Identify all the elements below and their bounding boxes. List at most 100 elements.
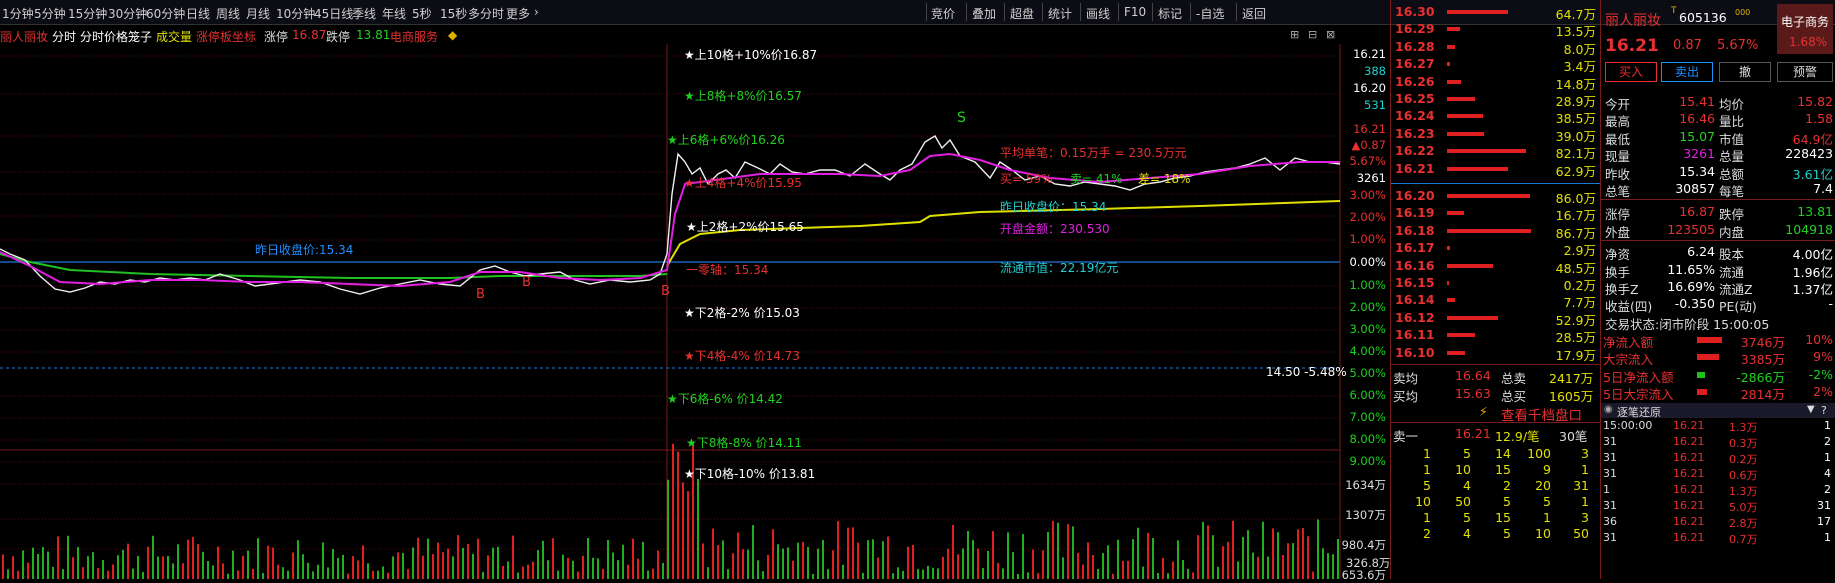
quote-label: 内盘 xyxy=(1719,224,1745,240)
help-icon[interactable]: ? xyxy=(1821,404,1827,417)
ask-price[interactable]: 16.24 xyxy=(1395,108,1435,123)
bid-price[interactable]: 16.17 xyxy=(1395,240,1435,255)
queue-cell: 9 xyxy=(1543,462,1551,477)
volume-bar xyxy=(432,554,434,579)
flow-pct: 2% xyxy=(1813,384,1833,399)
volume-bar xyxy=(1067,524,1069,579)
chevron-right-icon[interactable]: › xyxy=(534,5,539,19)
zoom-icon[interactable]: ⊞ xyxy=(1290,28,1299,41)
ask-price[interactable]: 16.23 xyxy=(1395,126,1435,141)
volume-bar xyxy=(112,564,114,579)
chart-header: 丽人丽妆 分时 分时价格笼子 成交量 涨停板坐标 涨停 16.87 跌停 13.… xyxy=(0,26,1340,44)
quote-label: 今开 xyxy=(1605,97,1631,112)
ask-price[interactable]: 16.21 xyxy=(1395,161,1435,176)
close-icon[interactable]: ⊠ xyxy=(1326,28,1335,41)
ask-price[interactable]: 16.30 xyxy=(1395,4,1435,19)
period-quarter[interactable]: 季线 xyxy=(352,5,376,22)
period-year[interactable]: 年线 xyxy=(382,5,406,22)
tick-vol: 0.7万 xyxy=(1729,533,1758,547)
volume-bar xyxy=(532,561,534,579)
period-month[interactable]: 月线 xyxy=(246,5,270,22)
queue-cell: 3 xyxy=(1581,446,1589,461)
draw-button[interactable]: 画线 xyxy=(1086,5,1110,22)
bid-price[interactable]: 16.10 xyxy=(1395,345,1435,360)
alert-button[interactable]: 预警 xyxy=(1777,62,1833,82)
volume-bar xyxy=(772,529,774,579)
volume-bar xyxy=(82,567,84,579)
period-60min[interactable]: 60分钟 xyxy=(146,5,185,22)
minimize-icon[interactable]: ⊟ xyxy=(1308,28,1317,41)
volume-bar xyxy=(1222,546,1224,579)
period-45day[interactable]: 45日线 xyxy=(314,5,353,22)
volume-bar xyxy=(767,554,769,579)
bid-price[interactable]: 16.14 xyxy=(1395,292,1435,307)
super-button[interactable]: 超盘 xyxy=(1010,5,1034,22)
cage-up8: ★上8格+8%价16.57 xyxy=(684,89,802,103)
bid-price[interactable]: 16.20 xyxy=(1395,188,1435,203)
volume-bar xyxy=(1292,543,1294,579)
period-day[interactable]: 日线 xyxy=(186,5,210,22)
bid-price[interactable]: 16.18 xyxy=(1395,223,1435,238)
f10-button[interactable]: F10 xyxy=(1124,5,1146,19)
period-5sec[interactable]: 5秒 xyxy=(412,5,432,22)
period-week[interactable]: 周线 xyxy=(216,5,240,22)
period-15sec[interactable]: 15秒 xyxy=(440,5,467,22)
period-5min[interactable]: 5分钟 xyxy=(34,5,66,22)
watchlist-button[interactable]: -自选 xyxy=(1196,5,1224,22)
tab-intraday[interactable]: 分时 xyxy=(52,28,76,45)
view-more-link[interactable]: 查看千档盘口 xyxy=(1501,404,1582,424)
volume-bar xyxy=(1082,564,1084,579)
period-30min[interactable]: 30分钟 xyxy=(108,5,147,22)
sector-badge[interactable]: 电子商务 1.68% xyxy=(1777,4,1833,54)
overlay-button[interactable]: 叠加 xyxy=(972,5,996,22)
cancel-order-button[interactable]: 撤 xyxy=(1719,62,1771,82)
volume-bar xyxy=(377,570,379,579)
volume-bar xyxy=(157,556,159,579)
ask-price[interactable]: 16.28 xyxy=(1395,39,1435,54)
volume-bar xyxy=(937,568,939,579)
volume-bar xyxy=(1087,542,1089,579)
volume-bar xyxy=(152,535,154,579)
bid-price[interactable]: 16.16 xyxy=(1395,258,1435,273)
ask-price[interactable]: 16.26 xyxy=(1395,74,1435,89)
period-1min[interactable]: 1分钟 xyxy=(2,5,34,22)
flow-pct: 9% xyxy=(1813,349,1833,365)
volume-bar xyxy=(1017,573,1019,579)
period-15min[interactable]: 15分钟 xyxy=(68,5,107,22)
ask-price[interactable]: 16.25 xyxy=(1395,91,1435,106)
volume-bar xyxy=(872,539,874,579)
volume-bar xyxy=(1252,552,1254,579)
bid-price[interactable]: 16.15 xyxy=(1395,275,1435,290)
limit-coord-label[interactable]: 涨停板坐标 xyxy=(196,28,256,45)
mark-button[interactable]: 标记 xyxy=(1158,5,1182,22)
volume-bar xyxy=(147,546,149,579)
ask-price[interactable]: 16.29 xyxy=(1395,21,1435,36)
volume-bar xyxy=(417,537,419,579)
bid-price[interactable]: 16.19 xyxy=(1395,205,1435,220)
period-more[interactable]: 更多 xyxy=(506,5,530,22)
period-multi[interactable]: 多分时 xyxy=(468,5,504,22)
bid-price[interactable]: 16.11 xyxy=(1395,327,1435,342)
stats-button[interactable]: 统计 xyxy=(1048,5,1072,22)
bid-price[interactable]: 16.12 xyxy=(1395,310,1435,325)
auction-button[interactable]: 竞价 xyxy=(931,5,955,22)
ask-price[interactable]: 16.27 xyxy=(1395,56,1435,71)
period-10min[interactable]: 10分钟 xyxy=(276,5,315,22)
sector-label[interactable]: 电商服务 xyxy=(390,28,438,45)
buy-button[interactable]: 买入 xyxy=(1605,62,1657,82)
volume-bar xyxy=(422,555,424,579)
tick-dropdown-icon[interactable]: ▼ xyxy=(1807,404,1815,415)
queue-cell: 15 xyxy=(1495,462,1511,477)
sell-button[interactable]: 卖出 xyxy=(1661,62,1713,82)
volume-bar xyxy=(127,543,129,579)
signal-b3: B xyxy=(661,284,670,299)
back-button[interactable]: 返回 xyxy=(1242,5,1266,22)
chevron-down-icon[interactable]: ◉ xyxy=(1604,404,1613,415)
diamond-icon[interactable]: ◆ xyxy=(448,28,457,42)
queue-cell: 4 xyxy=(1463,478,1471,493)
volume-bar xyxy=(1182,560,1184,579)
ask-price[interactable]: 16.22 xyxy=(1395,143,1435,158)
tab-price-cage[interactable]: 分时价格笼子 xyxy=(80,28,152,45)
volume-bar xyxy=(527,564,529,579)
volume-label[interactable]: 成交量 xyxy=(156,28,192,45)
